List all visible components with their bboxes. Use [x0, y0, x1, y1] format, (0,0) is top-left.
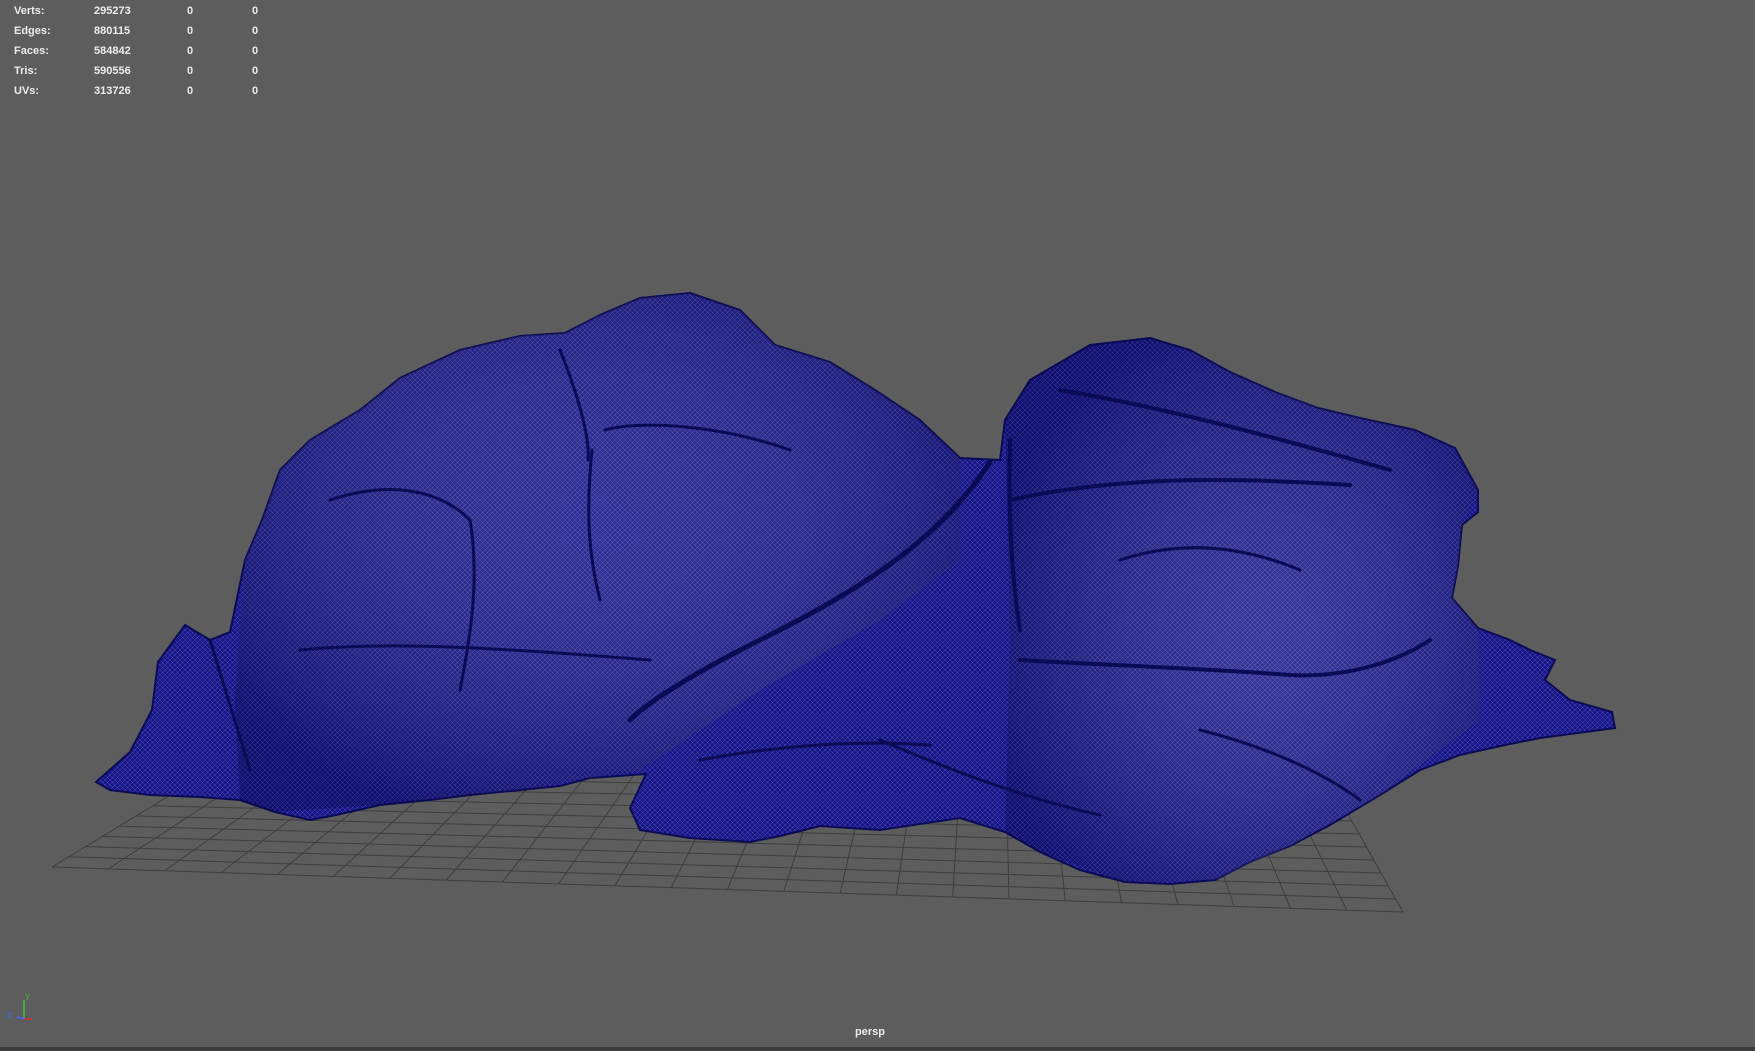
hud-label: Edges: — [14, 25, 51, 37]
hud-count-total: 880115 — [94, 25, 131, 37]
hud-count-total: 590556 — [94, 65, 131, 77]
poly-count-hud: Verts: 295273 0 0 Edges: 880115 0 0 Faces: 584842… — [14, 1, 274, 101]
hud-count-selected: 0 — [187, 5, 194, 17]
hud-row: Faces: 584842 0 0 — [14, 41, 274, 61]
hud-label: Tris: — [14, 65, 38, 77]
scene-view — [51, 291, 1617, 913]
hud-count-total: 295273 — [94, 5, 131, 17]
hud-count-total: 584842 — [94, 45, 131, 57]
axis-z-label: Z — [7, 1011, 12, 1020]
hud-row: Tris: 590556 0 0 — [14, 61, 274, 81]
camera-name-label: persp — [855, 1026, 885, 1038]
axis-gizmo: Y Z — [7, 994, 32, 1020]
hud-label: Verts: — [14, 5, 45, 17]
hud-row: Edges: 880115 0 0 — [14, 21, 274, 41]
hud-count-third: 0 — [252, 85, 259, 97]
axis-y-label: Y — [25, 994, 31, 1002]
hud-count-third: 0 — [252, 25, 259, 37]
viewport-persp[interactable]: Verts: 295273 0 0 Edges: 880115 0 0 Faces: 584842… — [0, 0, 1755, 1051]
viewport-bottom-border — [0, 1047, 1755, 1051]
hud-count-selected: 0 — [187, 25, 194, 37]
hud-label: UVs: — [14, 85, 40, 97]
hud-row: UVs: 313726 0 0 — [14, 81, 274, 101]
hud-count-third: 0 — [252, 5, 259, 17]
hud-count-total: 313726 — [94, 85, 131, 97]
rock-mesh[interactable] — [94, 291, 1617, 886]
hud-row: Verts: 295273 0 0 — [14, 1, 274, 21]
hud-count-selected: 0 — [187, 65, 194, 77]
hud-count-third: 0 — [252, 45, 259, 57]
hud-count-selected: 0 — [187, 85, 194, 97]
hud-count-selected: 0 — [187, 45, 194, 57]
hud-label: Faces: — [14, 45, 49, 57]
hud-count-third: 0 — [252, 65, 259, 77]
